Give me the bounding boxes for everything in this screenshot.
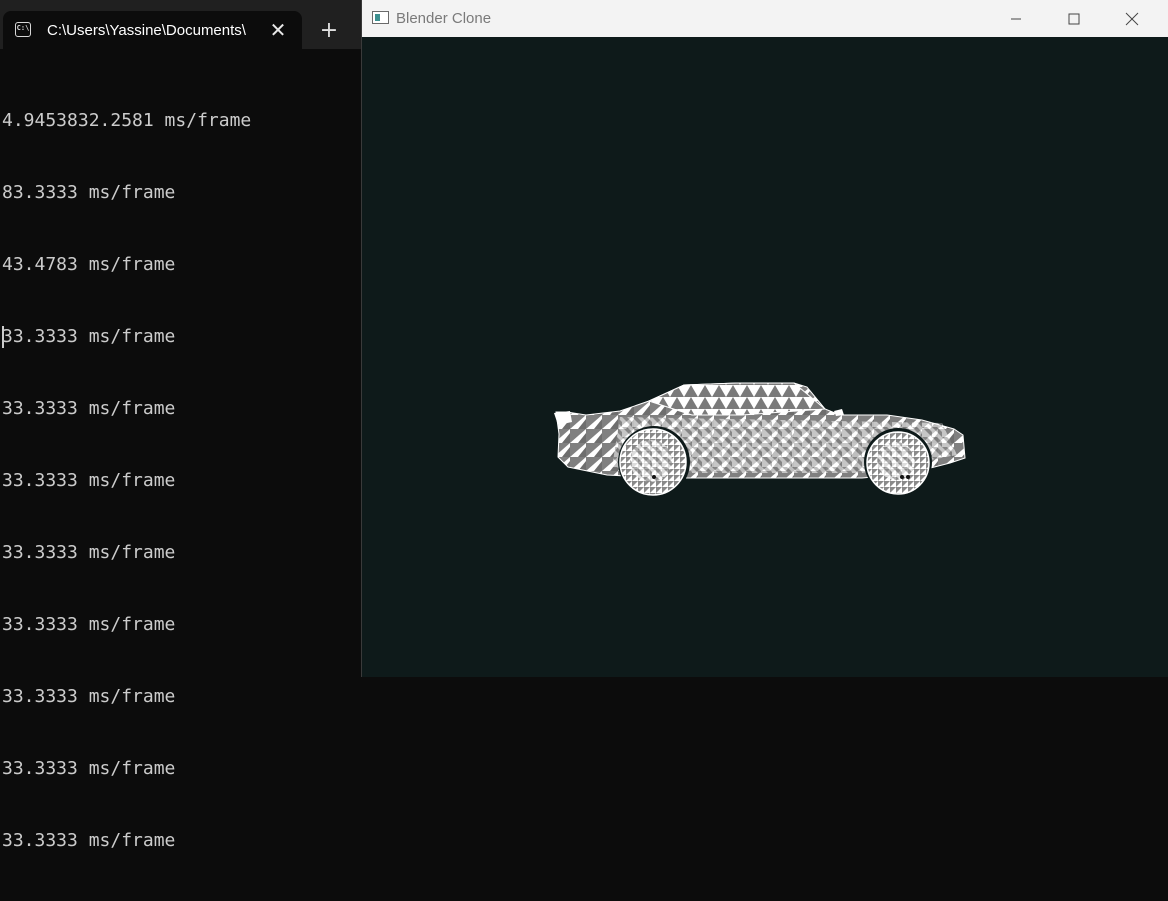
terminal-line: 33.3333 ms/frame	[2, 758, 176, 779]
terminal-line: 33.3333 ms/frame	[2, 470, 176, 491]
terminal-line: 33.3333 ms/frame	[2, 686, 176, 707]
terminal-line: 83.3333 ms/frame	[2, 182, 176, 203]
terminal-line: 33.3333 ms/frame	[2, 542, 176, 563]
3d-viewport[interactable]	[362, 37, 1168, 677]
rear-wheel	[618, 426, 690, 498]
terminal-line: 4.9453832.2581 ms/frame	[2, 110, 252, 131]
terminal-window: C:\ C:\Users\Yassine\Documents\ ✕ + 4.94…	[0, 0, 362, 851]
terminal-line: 33.3333 ms/frame	[2, 614, 176, 635]
car-model	[554, 382, 966, 498]
command-prompt-icon: C:\	[15, 22, 31, 37]
new-tab-button[interactable]: +	[317, 20, 341, 44]
terminal-line: 33.3333 ms/frame	[2, 830, 176, 851]
close-window-button[interactable]	[1103, 0, 1161, 37]
text-cursor	[2, 326, 4, 348]
terminal-line: 33.3333 ms/frame	[2, 326, 176, 347]
window-title-bar[interactable]: Blender Clone	[362, 0, 1168, 37]
tab-title: C:\Users\Yassine\Documents\	[47, 22, 246, 39]
blender-clone-window: Blender Clone	[361, 0, 1168, 677]
minimize-button[interactable]	[987, 0, 1045, 37]
maximize-button[interactable]	[1045, 0, 1103, 37]
terminal-line: 43.4783 ms/frame	[2, 254, 176, 275]
maximize-icon	[1068, 13, 1080, 24]
app-window-icon	[372, 11, 389, 24]
terminal-output[interactable]: 4.9453832.2581 ms/frame 83.3333 ms/frame…	[2, 61, 251, 901]
minimize-icon	[1011, 18, 1021, 19]
close-icon	[1125, 12, 1139, 25]
window-title: Blender Clone	[396, 10, 492, 27]
terminal-tab-bar: C:\ C:\Users\Yassine\Documents\ ✕ +	[0, 0, 362, 49]
terminal-tab[interactable]: C:\ C:\Users\Yassine\Documents\ ✕	[3, 11, 302, 49]
terminal-line: 33.3333 ms/frame	[2, 398, 176, 419]
front-wheel	[864, 428, 932, 496]
close-tab-icon[interactable]: ✕	[267, 19, 289, 41]
